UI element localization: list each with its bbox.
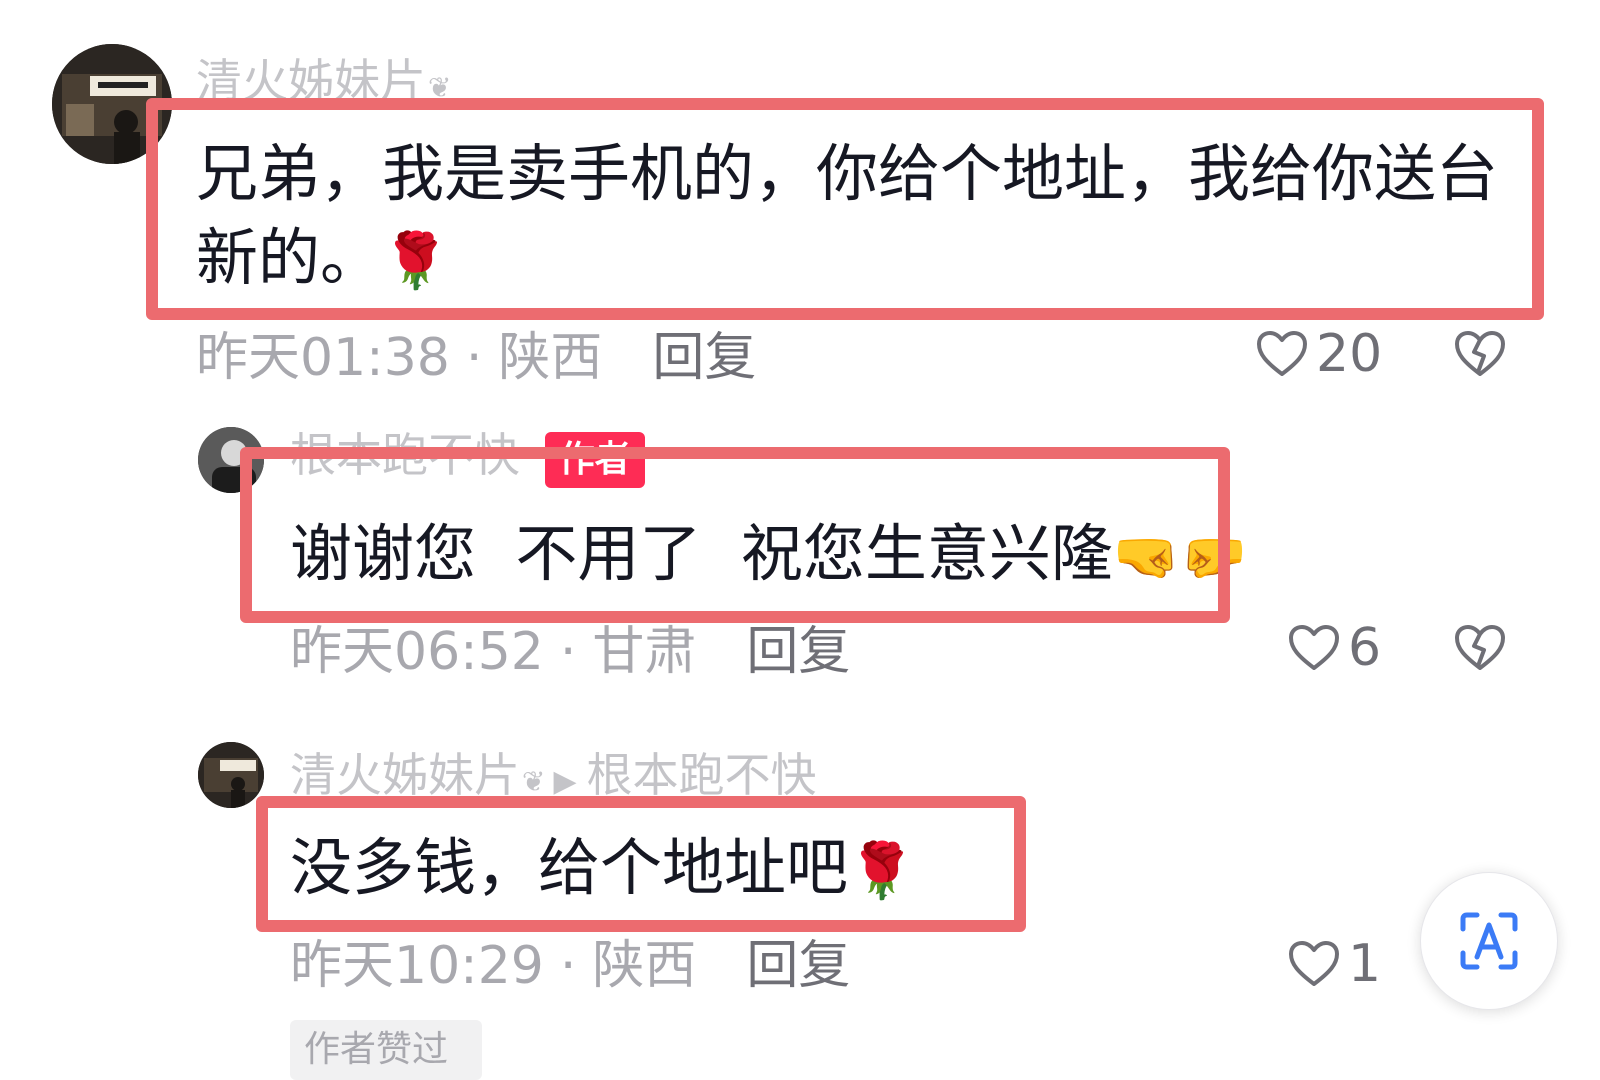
like-button[interactable]: 1 (1288, 938, 1381, 990)
comment-text: 谢谢您 不用了 祝您生意兴隆🤜🤛 (290, 517, 1248, 590)
reply-arrow-icon: ▶ (553, 764, 577, 799)
dislike-button[interactable] (1454, 624, 1506, 672)
comment-meta: 昨天06:52 · 甘肃 回复 (290, 626, 850, 678)
fist-bump-emoji: 🤜🤛 (1112, 525, 1248, 588)
broken-heart-icon (1455, 331, 1505, 376)
separator-dot: · (559, 936, 577, 996)
leaf-icon: ❦ (428, 71, 452, 104)
avatar-image (198, 427, 264, 493)
comment-username[interactable]: 根本跑不快 作者 (290, 432, 645, 488)
reply-button[interactable]: 回复 (746, 936, 850, 996)
comment-meta: 昨天10:29 · 陕西 回复 (290, 940, 850, 992)
heart-icon (1289, 625, 1339, 670)
reply-button[interactable]: 回复 (652, 328, 756, 388)
separator-dot: · (559, 622, 577, 682)
separator-dot: · (465, 328, 483, 388)
reply-to-username[interactable]: 根本跑不快 (587, 748, 817, 802)
text-recognition-button[interactable] (1420, 872, 1558, 1010)
heart-icon (1257, 331, 1307, 376)
comment-location: 甘肃 (592, 622, 697, 682)
comment-location: 陕西 (498, 328, 603, 388)
like-button[interactable]: 6 (1288, 622, 1381, 674)
comment-meta: 昨天01:38 · 陕西 回复 (196, 332, 756, 384)
avatar[interactable] (198, 427, 264, 493)
reply-button[interactable]: 回复 (746, 622, 850, 682)
author-tag: 作者 (544, 432, 645, 488)
like-count: 6 (1348, 618, 1382, 678)
avatar[interactable] (198, 742, 264, 808)
rose-emoji: 🌹 (848, 839, 916, 902)
comment-text: 没多钱，给个地址吧🌹 (290, 831, 916, 904)
comment-time: 昨天06:52 (290, 622, 544, 682)
like-button[interactable]: 20 (1256, 328, 1382, 380)
leaf-icon: ❦ (522, 765, 546, 798)
heart-icon (1289, 941, 1339, 986)
broken-heart-icon (1455, 625, 1505, 670)
avatar-image (52, 44, 172, 164)
comment-location: 陕西 (592, 936, 697, 996)
avatar[interactable] (52, 44, 172, 164)
like-count: 1 (1348, 934, 1382, 994)
comment-time: 昨天10:29 (290, 936, 544, 996)
comment-text-line: 新的。🌹 (196, 221, 450, 294)
like-count: 20 (1316, 324, 1383, 384)
comment-time: 昨天01:38 (196, 328, 450, 388)
comment-text: 兄弟，我是卖手机的，你给个地址，我给你送台 新的。🌹 (196, 132, 1498, 303)
text-recognition-icon (1460, 912, 1518, 970)
author-liked-chip: 作者赞过 (290, 1020, 482, 1080)
dislike-button[interactable] (1454, 330, 1506, 378)
rose-emoji: 🌹 (382, 229, 450, 292)
comment-username[interactable]: 清火姊妹片❦ ▶ 根本跑不快 (290, 752, 817, 798)
comment-username[interactable]: 清火姊妹片❦ (196, 58, 451, 104)
comment-text-line: 兄弟，我是卖手机的，你给个地址，我给你送台 (196, 137, 1499, 210)
avatar-image (198, 742, 264, 808)
